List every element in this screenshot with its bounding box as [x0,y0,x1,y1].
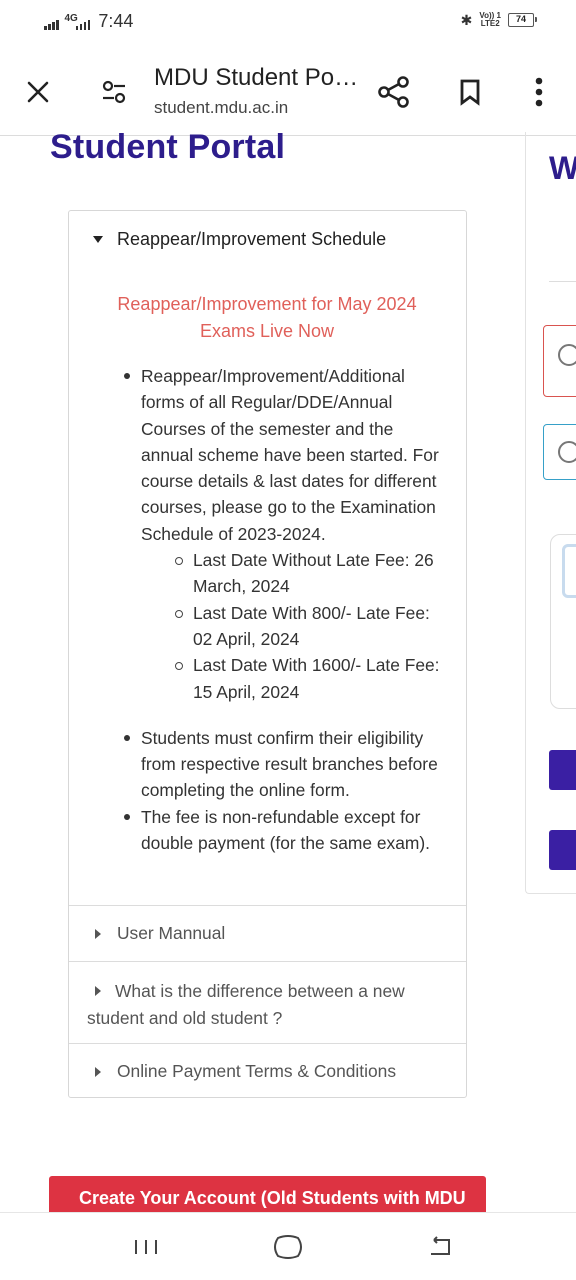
more-vert-icon [535,77,543,107]
list-item: Last Date With 1600/- Late Fee: 15 April… [175,652,443,705]
close-icon [27,81,49,103]
option-card-2[interactable] [543,424,576,480]
caret-right-icon [95,986,101,996]
home-icon [274,1235,302,1259]
schedule-details-list: Reappear/Improvement/Additional forms of… [123,363,443,856]
tab-url: student.mdu.ac.in [154,98,289,117]
list-item: Last Date With 800/- Late Fee: 02 April,… [175,600,443,653]
browser-toolbar: MDU Student Portal student.mdu.ac.in [0,44,576,136]
list-item: Reappear/Improvement/Additional forms of… [123,363,443,705]
side-button-1[interactable] [549,750,576,790]
recent-apps-button[interactable] [126,1229,166,1265]
signal-icon-2 [75,18,91,30]
list-item-text: Reappear/Improvement/Additional forms of… [141,366,439,544]
divider [549,281,576,282]
accordion-item-label: User Mannual [117,923,226,943]
back-button[interactable] [420,1229,460,1265]
side-panel-heading: W [549,150,576,186]
accordion-header-reappear[interactable]: Reappear/Improvement Schedule [93,229,386,250]
accordion-item-row: User Mannual [95,923,225,944]
tab-title: MDU Student Portal [154,64,364,91]
accordion-item-label: Online Payment Terms & Conditions [117,1061,397,1081]
accordion-item-payment-terms[interactable]: Online Payment Terms & Conditions [69,1043,466,1099]
accordion-item-row: What is the difference between a new stu… [87,978,447,1032]
recent-apps-icon [135,1240,157,1254]
last-dates-list: Last Date Without Late Fee: 26 March, 20… [175,547,443,705]
close-button[interactable] [20,74,56,110]
volte-indicator: Vo)) 1 LTE2 [479,12,501,28]
option-card-1[interactable] [543,325,576,397]
list-item: Last Date Without Late Fee: 26 March, 20… [175,547,443,600]
back-icon [431,1236,450,1255]
signal-icon [44,18,59,30]
battery-icon: 74 [508,13,537,27]
side-input-field[interactable] [562,544,576,598]
bluetooth-icon: ✱ [460,12,473,28]
list-item: Students must confirm their eligibility … [123,725,443,804]
page-title: Student Portal [50,128,286,166]
side-button-2[interactable] [549,830,576,870]
network-type: 4G [64,13,78,24]
status-left: 4G 7:44 [44,12,133,30]
list-item: The fee is non-refundable except for dou… [123,804,443,857]
more-options-button[interactable] [524,72,554,112]
caret-right-icon [95,928,101,939]
status-bar: 4G 7:44 ✱ Vo)) 1 LTE2 74 [0,0,576,44]
accordion-header-label: Reappear/Improvement Schedule [117,229,387,249]
caret-right-icon [95,1066,101,1077]
bookmark-icon [460,79,480,106]
status-right: ✱ Vo)) 1 LTE2 74 [460,12,537,28]
home-button[interactable] [268,1229,308,1265]
tune-icon [102,80,126,104]
accordion-item-new-vs-old[interactable]: What is the difference between a new stu… [69,961,466,1043]
accordion-item-row: Online Payment Terms & Conditions [95,1061,396,1082]
accordion-item-user-manual[interactable]: User Mannual [69,905,466,961]
radio-icon [558,344,576,366]
accordion-item-label: What is the difference between a new stu… [87,981,405,1028]
status-time: 7:44 [98,11,134,31]
volte-line-2: LTE2 [480,19,500,28]
share-button[interactable] [374,72,414,112]
caret-down-icon [93,236,103,243]
radio-icon [558,441,576,463]
live-notice: Reappear/Improvement for May 2024 Exams … [117,294,417,341]
bookmark-button[interactable] [452,72,488,112]
system-nav-bar [0,1212,576,1280]
schedule-accordion: Reappear/Improvement Schedule Reappear/I… [68,210,467,1098]
share-icon [378,76,409,108]
site-settings-button[interactable] [96,74,132,110]
